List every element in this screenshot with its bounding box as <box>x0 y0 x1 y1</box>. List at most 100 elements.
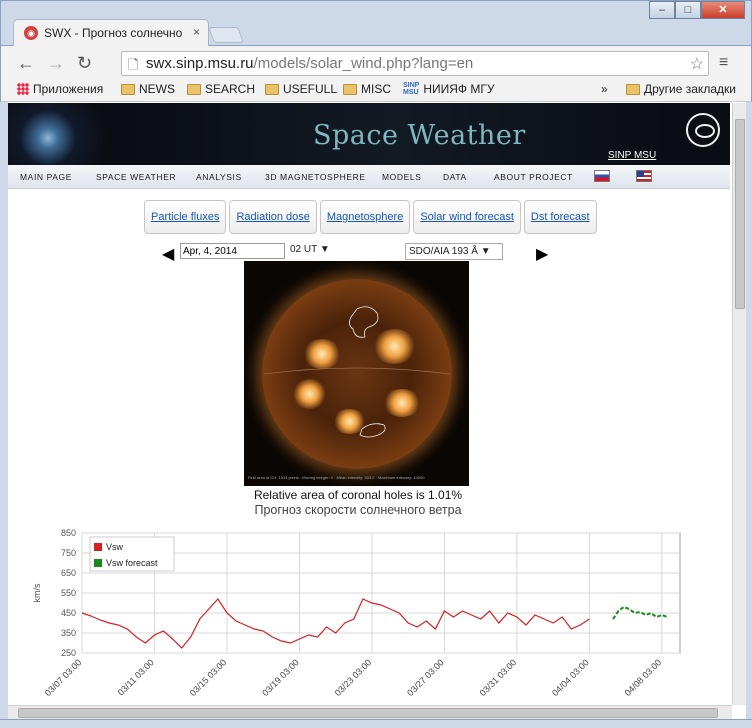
x-tick-label: 03/27 03:00 <box>405 657 446 698</box>
bookmark-search[interactable]: SEARCH <box>187 82 255 96</box>
nav-about-project[interactable]: ABOUT PROJECT <box>494 172 573 182</box>
legend-swatch <box>94 559 102 567</box>
minimize-button[interactable]: – <box>649 1 675 19</box>
page-icon: 🗋 <box>128 57 139 72</box>
chevron-down-icon: ▼ <box>480 246 491 257</box>
nav-models[interactable]: MODELS <box>382 172 422 182</box>
y-tick-label: 250 <box>61 648 76 658</box>
us-flag-icon[interactable] <box>636 170 652 182</box>
browser-toolbar: ← → ↻ 🗋 swx.sinp.msu.ru/models/solar_win… <box>0 46 752 80</box>
instrument-select[interactable]: SDO/AIA 193 Å ▼ <box>405 243 503 260</box>
tab-title: SWX - Прогноз солнечно <box>44 26 183 40</box>
bookmark-label: NEWS <box>139 82 175 96</box>
prev-date-icon[interactable]: ◀ <box>162 244 174 264</box>
date-controls: ◀ 02 UT ▼ SDO/AIA 193 Å ▼ ▶ <box>162 242 552 263</box>
legend-label: Vsw forecast <box>106 558 158 568</box>
nav-analysis[interactable]: ANALYSIS <box>196 172 242 182</box>
nav-main-page[interactable]: MAIN PAGE <box>20 172 72 182</box>
msu-emblem-icon <box>686 113 720 147</box>
address-bar[interactable]: 🗋 swx.sinp.msu.ru/models/solar_wind.php?… <box>121 51 709 76</box>
chevron-down-icon: ▼ <box>319 244 330 255</box>
new-tab-button[interactable] <box>208 27 244 43</box>
nav-data[interactable]: DATA <box>443 172 467 182</box>
nav-3d-magnetosphere[interactable]: 3D MAGNETOSPHERE <box>265 172 366 182</box>
maximize-button[interactable]: □ <box>675 1 701 19</box>
url-path: /models/solar_wind.php?lang=en <box>253 55 474 72</box>
image-caption: First area of CH: 1314 pixels · Moving i… <box>248 475 425 480</box>
folder-icon <box>265 83 279 95</box>
y-tick-label: 750 <box>61 548 76 558</box>
bookmark-label: SEARCH <box>205 82 256 96</box>
horizontal-scroll-thumb[interactable] <box>18 708 718 718</box>
browser-tab[interactable]: ◉ SWX - Прогноз солнечно × <box>13 19 209 47</box>
sun-disk <box>262 279 452 469</box>
sdo-sun-image: First area of CH: 1314 pixels · Moving i… <box>244 261 469 486</box>
legend-swatch <box>94 543 102 551</box>
x-tick-label: 03/31 03:00 <box>478 657 519 698</box>
nav-space-weather[interactable]: SPACE WEATHER <box>96 172 176 182</box>
url-text: swx.sinp.msu.ru/models/solar_wind.php?la… <box>146 55 473 72</box>
bookmark-other[interactable]: Другие закладки <box>626 82 736 96</box>
window-frame-right <box>746 102 752 720</box>
bookmark-apps[interactable]: Приложения <box>17 82 103 96</box>
folder-icon <box>626 83 640 95</box>
back-icon[interactable]: ← <box>17 53 35 74</box>
bookmark-news[interactable]: NEWS <box>121 82 175 96</box>
sinp-logo-top: SINP <box>403 82 420 89</box>
russian-flag-icon[interactable] <box>594 170 610 182</box>
next-date-icon[interactable]: ▶ <box>536 244 548 264</box>
y-tick-label: 350 <box>61 628 76 638</box>
sinp-msu-link[interactable]: SINP MSU <box>608 150 656 161</box>
bookmarks-bar: Приложения NEWS SEARCH USEFULL MISC SINP… <box>0 80 752 102</box>
reload-icon[interactable]: ↻ <box>77 53 92 74</box>
bookmark-apps-label: Приложения <box>33 82 104 96</box>
x-tick-label: 03/19 03:00 <box>260 657 301 698</box>
tab-particle-fluxes[interactable]: Particle fluxes <box>144 200 227 234</box>
bookmark-label: Другие закладки <box>644 82 736 96</box>
horizontal-scrollbar[interactable] <box>8 705 732 719</box>
url-host: swx.sinp.msu.ru <box>146 55 254 72</box>
forward-icon[interactable]: → <box>47 53 65 74</box>
vertical-scrollbar[interactable] <box>732 103 746 705</box>
window-controls: – □ ✕ <box>649 1 745 19</box>
tab-radiation-dose[interactable]: Radiation dose <box>229 200 317 234</box>
coronal-hole-contours <box>263 306 451 438</box>
y-tick-label: 850 <box>61 528 76 538</box>
apps-grid-icon <box>17 83 29 95</box>
x-tick-label: 03/15 03:00 <box>188 657 229 698</box>
chrome-menu-icon[interactable]: ≡ <box>719 54 728 72</box>
forecast-title: Прогноз скорости солнечного ветра <box>254 503 462 517</box>
site-banner: Space Weather SINP MSU <box>8 103 730 165</box>
instrument-select-value: SDO/AIA 193 Å <box>409 246 478 257</box>
x-tick-label: 03/07 03:00 <box>43 657 84 698</box>
vertical-scroll-thumb[interactable] <box>735 119 745 309</box>
window-titlebar: ◉ SWX - Прогноз солнечно × – □ ✕ <box>0 0 752 47</box>
tab-magnetosphere[interactable]: Magnetosphere <box>319 200 411 234</box>
solar-wind-chart: 250 350 450 550 650 750 850 03/07 03:00 03/11 03… <box>32 528 681 698</box>
hour-select[interactable]: 02 UT ▼ <box>290 244 330 255</box>
magnetosphere-art <box>8 103 128 165</box>
hour-select-value: 02 UT <box>290 244 318 255</box>
bookmark-label: НИИЯФ МГУ <box>423 82 495 96</box>
window-frame-bottom <box>0 719 752 728</box>
bookmark-misc[interactable]: MISC <box>343 82 391 96</box>
bookmarks-more-icon[interactable]: » <box>601 82 608 96</box>
bookmark-label: MISC <box>361 82 391 96</box>
x-tick-label: 03/11 03:00 <box>116 657 156 697</box>
bookmark-star-icon[interactable]: ☆ <box>690 54 704 74</box>
x-tick-label: 03/23 03:00 <box>333 657 374 698</box>
site-favicon-icon: ◉ <box>24 26 38 40</box>
close-window-button[interactable]: ✕ <box>701 1 745 19</box>
x-tick-label: 04/08 03:00 <box>623 657 664 698</box>
tab-dst-forecast[interactable]: Dst forecast <box>523 200 597 234</box>
tab-solar-wind-forecast[interactable]: Solar wind forecast <box>413 200 521 234</box>
bookmark-usefull[interactable]: USEFULL <box>265 82 337 96</box>
bookmark-label: USEFULL <box>283 82 338 96</box>
tab-close-icon[interactable]: × <box>193 25 200 39</box>
x-tick-label: 04/04 03:00 <box>550 657 591 698</box>
site-title: Space Weather <box>313 120 526 151</box>
bookmark-sinp[interactable]: SINP MSU НИИЯФ МГУ <box>403 82 495 96</box>
y-tick-label: 550 <box>61 588 76 598</box>
sinp-logo-bottom: MSU <box>403 89 419 96</box>
date-input[interactable] <box>180 243 285 259</box>
